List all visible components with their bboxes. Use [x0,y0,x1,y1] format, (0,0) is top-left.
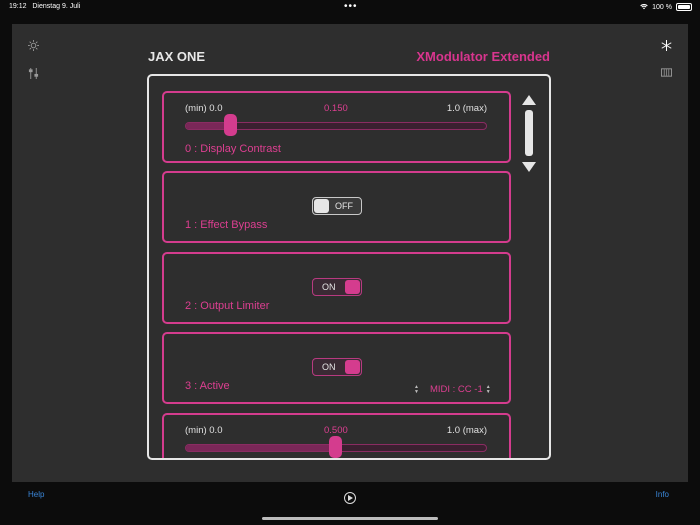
toggle-knob [345,280,360,294]
status-bar: 19:12 Dienstag 9. Juli ••• 100 % [0,0,700,14]
toggle-state-label: ON [322,362,336,372]
toggle-state-label: OFF [335,201,353,211]
stepper-icon[interactable]: ▲ ▼ [414,384,419,395]
slider-max-label: 1.0 (max) [446,425,487,436]
sliders-icon[interactable] [28,68,39,82]
status-time-date: 19:12 Dienstag 9. Juli [9,3,80,10]
multitasking-dots[interactable]: ••• [344,1,358,12]
limiter-toggle[interactable]: ON [312,278,362,296]
slider-value-label: 0.150 [324,103,348,114]
sun-icon[interactable] [28,40,39,54]
parameter-card-slider: (min) 0.0 0.500 1.0 (max) [162,413,511,458]
snowflake-icon[interactable] [661,40,672,54]
parameter-card-display-contrast: (min) 0.0 0.150 1.0 (max) 0 : Display Co… [162,91,511,163]
battery-icon [676,3,692,11]
toggle-knob [345,360,360,374]
parameter-label: 2 : Output Limiter [185,300,270,312]
midi-cc-label: MIDI : CC -1 [429,384,483,395]
stepper-icon[interactable]: ▲ ▼ [486,384,491,395]
toggle-state-label: ON [322,282,336,292]
slider-value-label: 0.500 [324,425,348,436]
slider-max-label: 1.0 (max) [446,103,487,114]
toggle-knob [314,199,329,213]
slider-thumb[interactable] [329,436,342,458]
parameter-card-effect-bypass: OFF 1 : Effect Bypass [162,171,511,243]
help-link[interactable]: Help [28,490,44,499]
slider-thumb[interactable] [224,114,237,136]
keyboard-icon[interactable] [661,68,672,80]
slider-min-label: (min) 0.0 [185,425,223,436]
home-indicator[interactable] [262,517,438,520]
parameter-label: 1 : Effect Bypass [185,219,268,231]
main-panel: JAX ONE XModulator Extended (min) 0.0 0.… [12,24,688,482]
parameter-card-active: ON 3 : Active ▲ ▼ MIDI : CC -1 ▲ ▼ [162,332,511,404]
play-icon[interactable] [344,492,356,504]
plugin-name: XModulator Extended [416,49,550,64]
battery-percent: 100 % [652,3,672,11]
midi-cc-selector[interactable]: ▲ ▼ MIDI : CC -1 ▲ ▼ [414,384,491,395]
scroll-down-arrow-icon[interactable] [522,162,536,172]
scroll-up-arrow-icon[interactable] [522,95,536,105]
slider-min-label: (min) 0.0 [185,103,223,114]
bypass-toggle[interactable]: OFF [312,197,362,215]
status-right: 100 % [640,3,692,11]
slider-fill [186,445,336,451]
active-toggle[interactable]: ON [312,358,362,376]
status-time: 19:12 [9,3,27,10]
scrollbar-thumb[interactable] [525,110,533,156]
parameter-label: 3 : Active [185,380,230,392]
info-link[interactable]: Info [656,490,669,499]
wifi-icon [640,4,648,10]
parameter-label: 0 : Display Contrast [185,143,281,155]
parameter-card-output-limiter: ON 2 : Output Limiter [162,252,511,324]
status-date: Dienstag 9. Juli [32,3,81,10]
parameter-list[interactable]: (min) 0.0 0.150 1.0 (max) 0 : Display Co… [147,74,551,460]
device-name: JAX ONE [148,49,206,64]
